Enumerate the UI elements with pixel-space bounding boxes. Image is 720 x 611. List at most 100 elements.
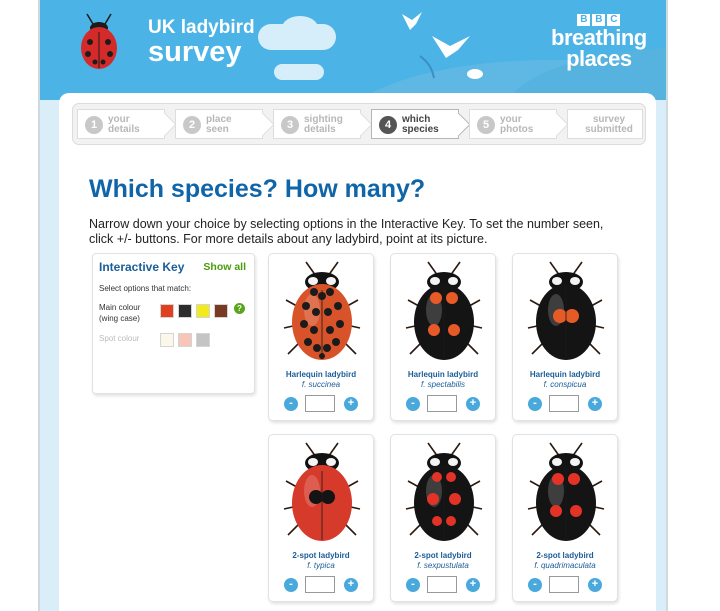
step-number: 4 xyxy=(379,116,397,134)
page-title: Which species? How many? xyxy=(89,175,426,203)
ladybird-spot xyxy=(430,292,442,304)
ladybird-marking xyxy=(448,458,458,466)
count-input[interactable] xyxy=(305,576,335,593)
ladybird-spot xyxy=(432,472,442,482)
increment-button[interactable]: + xyxy=(466,578,480,592)
step-sighting-details[interactable]: 3 sighting details xyxy=(273,109,373,139)
spot-colour-label: Spot colour xyxy=(99,334,140,343)
ladybird-spot xyxy=(312,308,320,316)
ladybird-image[interactable] xyxy=(516,439,616,549)
step-your-photos[interactable]: 5 your photos xyxy=(469,109,569,139)
species-form: f. succinea xyxy=(301,380,341,389)
count-input[interactable] xyxy=(427,576,457,593)
cloud xyxy=(282,16,318,40)
increment-button[interactable]: + xyxy=(344,397,358,411)
species-form: f. quadrimaculata xyxy=(534,561,596,570)
ladybird-spot xyxy=(324,308,332,316)
ladybird-spot xyxy=(332,338,340,346)
step-label: survey submitted xyxy=(585,114,633,135)
step-which-species[interactable]: 4 which species xyxy=(371,109,471,139)
site-header: UK ladybird survey B B C breathing place… xyxy=(40,0,666,100)
main-colour-yellow-swatch[interactable] xyxy=(196,304,210,318)
decrement-button[interactable]: - xyxy=(284,397,298,411)
count-input[interactable] xyxy=(305,395,335,412)
main-colour-brown-swatch[interactable] xyxy=(214,304,228,318)
ladybird-spot xyxy=(302,302,310,310)
ladybird-spot xyxy=(570,505,582,517)
species-card: Harlequin ladybird f. conspicua - + xyxy=(512,253,618,421)
species-name: Harlequin ladybird xyxy=(285,370,357,379)
main-colour-red-swatch[interactable] xyxy=(160,304,174,318)
spot-colour-pink-swatch[interactable] xyxy=(178,333,192,347)
ladybird-spot xyxy=(449,493,461,505)
step-survey-submitted[interactable]: survey submitted xyxy=(567,109,643,139)
increment-button[interactable]: + xyxy=(466,397,480,411)
species-card: Harlequin ladybird f. succinea - + xyxy=(268,253,374,421)
species-form: f. conspicua xyxy=(543,380,587,389)
ladybird-spot xyxy=(326,326,334,334)
step-number: 3 xyxy=(281,116,299,134)
main-colour-label: Main colour (wing case) xyxy=(99,303,141,323)
decrement-button[interactable]: - xyxy=(406,578,420,592)
ladybird-image[interactable] xyxy=(516,258,616,368)
insect-silhouette-icon xyxy=(402,12,483,79)
ladybird-spot xyxy=(565,309,579,323)
species-form: f. sexpustulata xyxy=(417,561,469,570)
ladybird-marking xyxy=(448,277,458,285)
ladybird-image[interactable] xyxy=(394,258,494,368)
show-all-link[interactable]: Show all xyxy=(203,261,246,273)
increment-button[interactable]: + xyxy=(344,578,358,592)
ladybird-image[interactable] xyxy=(272,258,372,368)
ladybird-spot xyxy=(304,338,312,346)
ladybird-image[interactable] xyxy=(272,439,372,549)
count-input[interactable] xyxy=(549,576,579,593)
ladybird-marking xyxy=(308,277,318,285)
species-name: 2-spot ladybird xyxy=(292,551,350,560)
decrement-button[interactable]: - xyxy=(528,578,542,592)
decrement-button[interactable]: - xyxy=(284,578,298,592)
ladybird-spot xyxy=(326,288,334,296)
ladybird-spot xyxy=(336,320,344,328)
survey-title: UK ladybird survey xyxy=(148,18,255,67)
bbc-breathing-places-logo: B B C breathing places xyxy=(551,14,647,71)
ladybird-spot xyxy=(310,288,318,296)
help-icon[interactable]: ? xyxy=(234,303,245,314)
decrement-button[interactable]: - xyxy=(528,397,542,411)
species-name: Harlequin ladybird xyxy=(529,370,601,379)
ladybird-spot xyxy=(427,493,439,505)
step-number: 1 xyxy=(85,116,103,134)
species-name: 2-spot ladybird xyxy=(536,551,594,560)
increment-button[interactable]: + xyxy=(588,397,602,411)
species-form: f. typica xyxy=(307,561,335,570)
ladybird-spot xyxy=(432,516,442,526)
intro-text: Narrow down your choice by selecting opt… xyxy=(89,217,604,246)
species-card: Harlequin ladybird f. spectabilis - + xyxy=(390,253,496,421)
ladybird-marking xyxy=(430,458,440,466)
step-label: which species xyxy=(402,114,439,135)
cloud xyxy=(274,64,324,80)
step-place-seen[interactable]: 2 place seen xyxy=(175,109,275,139)
ladybird-spot xyxy=(446,472,456,482)
spot-colour-cream-swatch[interactable] xyxy=(160,333,174,347)
spot-colour-grey-swatch[interactable] xyxy=(196,333,210,347)
brand-line1: breathing xyxy=(551,25,647,50)
step-your-details[interactable]: 1 your details xyxy=(77,109,177,139)
count-input[interactable] xyxy=(549,395,579,412)
ladybird-spot xyxy=(446,516,456,526)
progress-steps: 1 your details 2 place seen 3 sighting deta… xyxy=(72,103,646,145)
count-input[interactable] xyxy=(427,395,457,412)
ladybird-marking xyxy=(308,458,318,466)
ladybird-spot xyxy=(313,344,321,352)
ladybird-marking xyxy=(570,458,580,466)
ladybird-spot xyxy=(300,320,308,328)
ladybird-image[interactable] xyxy=(394,439,494,549)
ladybird-spot xyxy=(309,490,323,504)
decrement-button[interactable]: - xyxy=(406,397,420,411)
brand-line2: places xyxy=(566,46,632,71)
step-label: your photos xyxy=(500,114,534,135)
ladybird-spot xyxy=(550,505,562,517)
survey-title-line2: survey xyxy=(148,36,242,68)
main-colour-black-swatch[interactable] xyxy=(178,304,192,318)
ladybird-spot xyxy=(323,344,331,352)
increment-button[interactable]: + xyxy=(588,578,602,592)
